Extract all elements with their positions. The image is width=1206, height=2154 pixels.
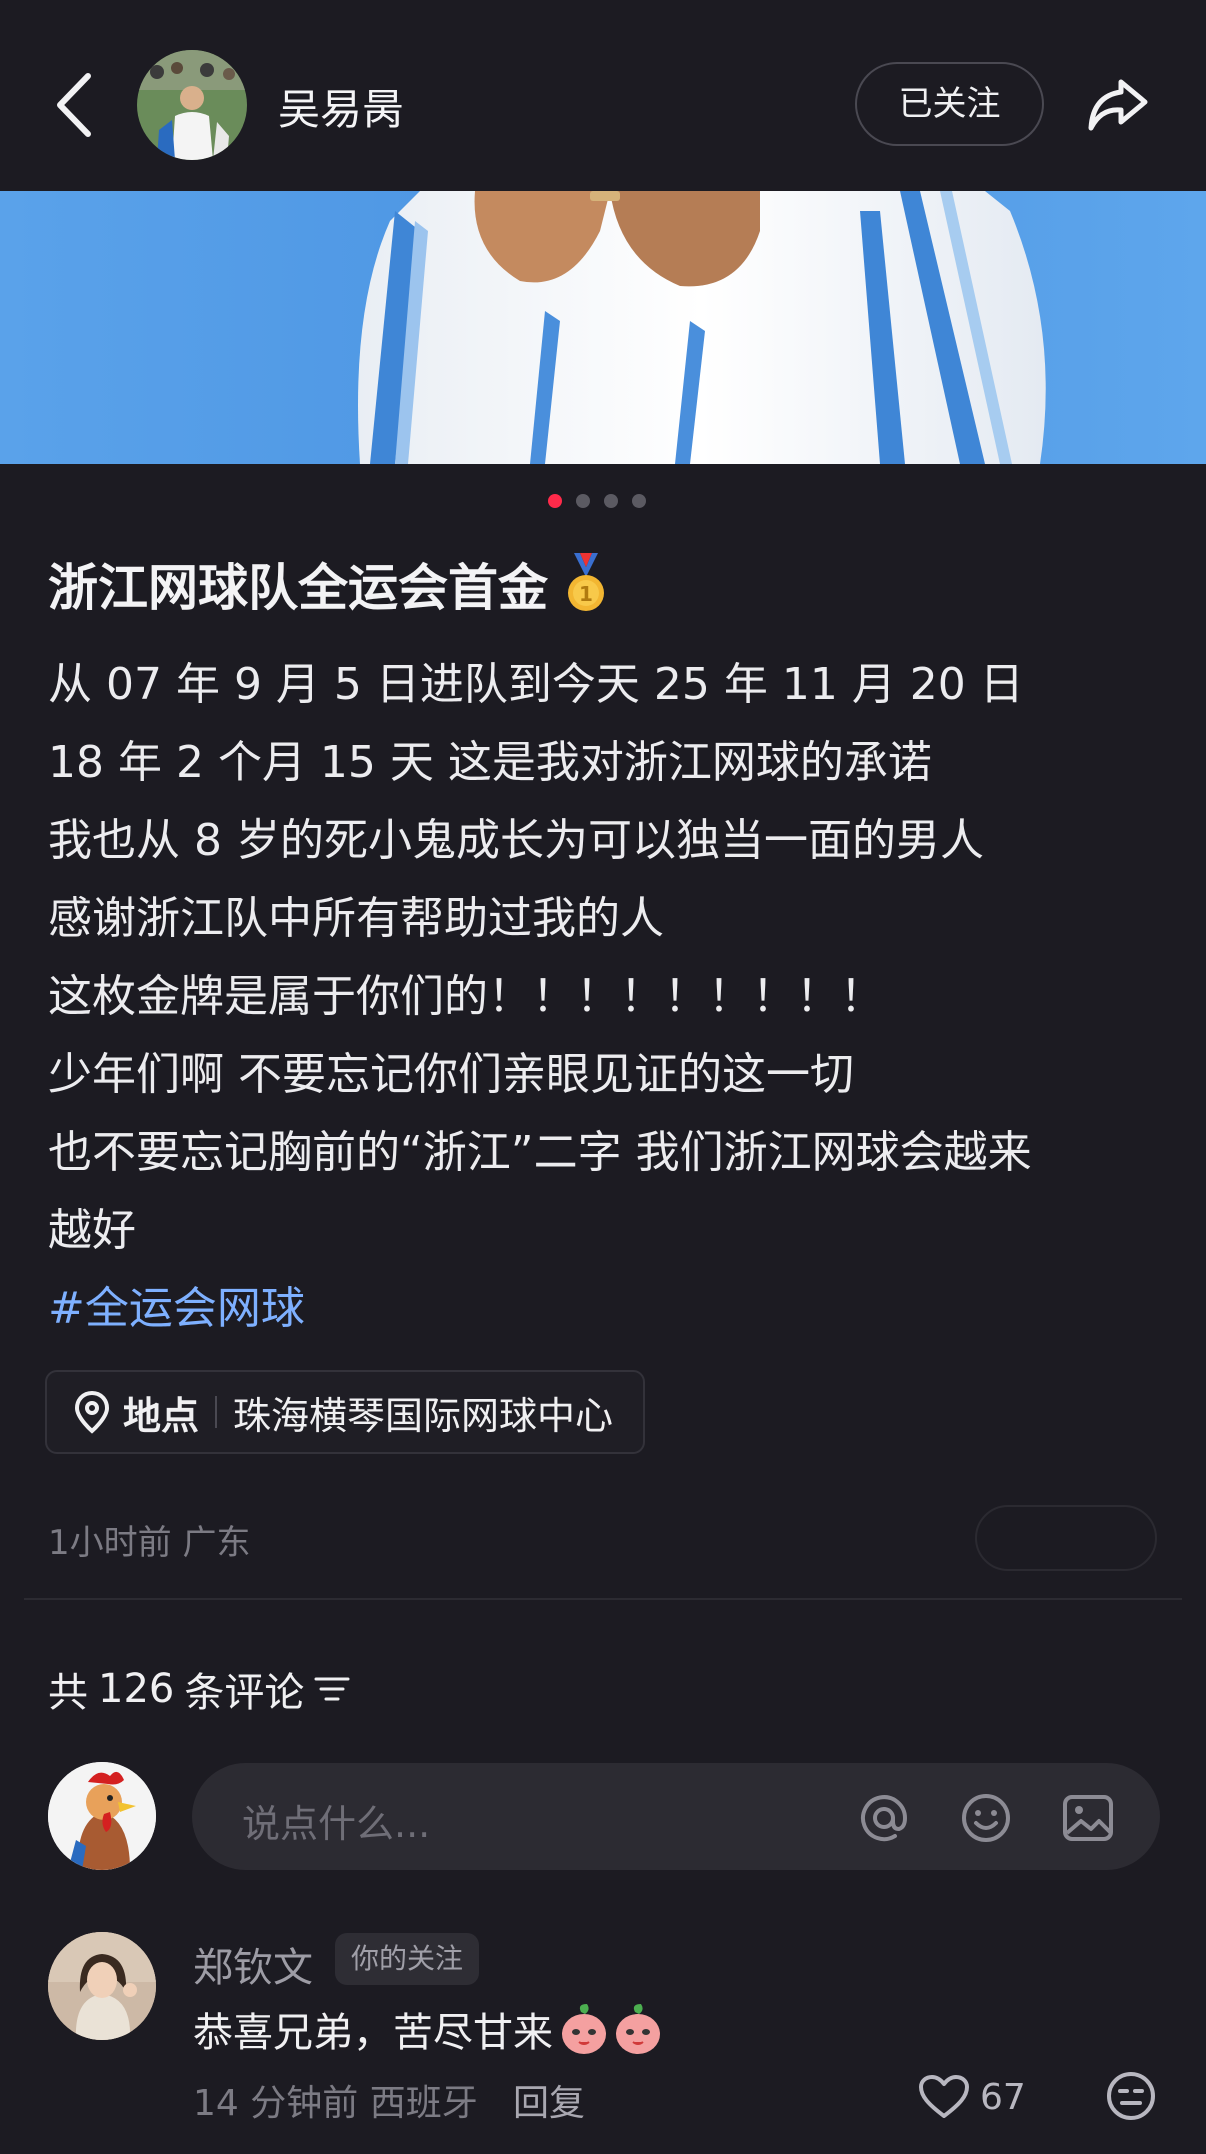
my-avatar[interactable] <box>48 1762 156 1870</box>
comments-header: 共 126 条评论 <box>48 1660 350 1718</box>
heart-icon <box>919 2075 969 2118</box>
comment-region: 西班牙 <box>369 2083 478 2124</box>
mention-icon[interactable] <box>857 1791 911 1845</box>
location-name: 珠海横琴国际网球中心 <box>233 1393 614 1438</box>
back-arrow-icon[interactable] <box>50 70 98 140</box>
emoji-icon[interactable] <box>959 1791 1013 1845</box>
commenter-avatar[interactable] <box>48 1932 156 2040</box>
post-line: 也不要忘记胸前的“浙江”二字 我们浙江网球会越来 <box>48 1127 1032 1178</box>
post-line: 感谢浙江队中所有帮助过我的人 <box>48 893 664 944</box>
post-line: 从 07 年 9 月 5 日进队到今天 25 年 11 月 20 日 <box>48 659 1024 710</box>
post-line: 我也从 8 岁的死小鬼成长为可以独当一面的男人 <box>48 815 984 866</box>
following-badge: 你的关注 <box>335 1933 480 1985</box>
peach-sticker-icon <box>562 2004 606 2054</box>
comment-time: 14 分钟前 <box>193 2083 359 2124</box>
comment-input[interactable]: 说点什么... <box>192 1763 1160 1870</box>
reaction-emoji-icon[interactable] <box>1105 2070 1157 2122</box>
post-title: 浙江网球队全运会首金 1 <box>48 548 610 620</box>
author-name[interactable]: 吴易昺 <box>278 76 404 137</box>
post-line: 这枚金牌是属于你们的！！！！！！！！！ <box>48 971 884 1022</box>
image-icon[interactable] <box>1061 1791 1115 1845</box>
post-body: 从 07 年 9 月 5 日进队到今天 25 年 11 月 20 日 18 年 … <box>48 646 1168 1348</box>
commenter-name[interactable]: 郑钦文 <box>193 1935 313 1993</box>
post-line: 越好 <box>48 1205 136 1256</box>
sort-filter-icon[interactable] <box>314 1674 350 1704</box>
comments-total-prefix: 共 <box>48 1670 88 1716</box>
carousel-dot[interactable] <box>604 494 618 508</box>
share-icon[interactable] <box>1083 68 1153 138</box>
location-pin-icon <box>74 1390 110 1434</box>
location-label: 地点 <box>123 1393 200 1438</box>
divider <box>24 1598 1182 1600</box>
hashtag-link[interactable]: #全运会网球 <box>48 1270 1168 1348</box>
post-meta: 1小时前 广东 <box>48 1515 250 1564</box>
like-count: 67 <box>980 2076 1026 2118</box>
gold-medal-icon: 1 <box>568 553 604 611</box>
comment-input-placeholder: 说点什么... <box>242 1802 431 1846</box>
post-line: 18 年 2 个月 15 天 这是我对浙江网球的承诺 <box>48 737 932 788</box>
comments-total-suffix: 条评论 <box>184 1670 305 1716</box>
post-title-text: 浙江网球队全运会首金 <box>48 559 548 617</box>
location-tag[interactable]: 地点 珠海横琴国际网球中心 <box>45 1370 646 1454</box>
svg-text:1: 1 <box>579 582 593 606</box>
post-line: 少年们啊 不要忘记你们亲眼见证的这一切 <box>48 1049 854 1100</box>
top-bar: 吴易昺 已关注 <box>0 0 1206 191</box>
comment-meta: 14 分钟前 西班牙 <box>193 2074 478 2126</box>
post-region: 广东 <box>182 1523 251 1563</box>
follow-button[interactable]: 已关注 <box>855 62 1044 146</box>
carousel-dot[interactable] <box>576 494 590 508</box>
comment-text-content: 恭喜兄弟，苦尽甘来 <box>193 2010 553 2056</box>
comments-total-count: 126 <box>98 1666 175 1712</box>
peach-sticker-icon <box>616 2004 660 2054</box>
author-avatar[interactable] <box>137 50 247 160</box>
carousel-indicator <box>548 494 646 508</box>
reply-button[interactable]: 回复 <box>513 2074 585 2126</box>
carousel-dot[interactable] <box>632 494 646 508</box>
action-pill[interactable] <box>975 1505 1157 1571</box>
post-time: 1小时前 <box>48 1523 172 1563</box>
comment-text: 恭喜兄弟，苦尽甘来 <box>193 2000 665 2058</box>
location-separator <box>215 1396 218 1428</box>
post-image[interactable] <box>0 191 1206 464</box>
carousel-dot[interactable] <box>548 494 562 508</box>
like-button[interactable]: 67 <box>918 2074 1026 2120</box>
